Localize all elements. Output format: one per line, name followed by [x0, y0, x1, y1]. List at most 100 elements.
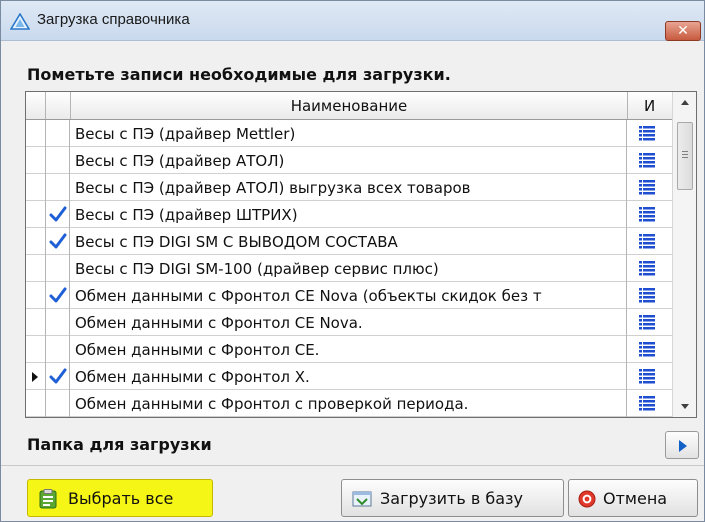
row-checkbox[interactable]	[46, 255, 70, 282]
row-icon-cell[interactable]	[628, 147, 672, 174]
row-indicator-cell[interactable]	[26, 282, 46, 309]
table-row[interactable]: Обмен данными с Фронтол с проверкой пери…	[26, 390, 672, 417]
scroll-up-icon[interactable]	[673, 92, 697, 114]
row-indicator-cell[interactable]	[26, 255, 46, 282]
list-icon	[639, 315, 655, 330]
row-name-text: Весы с ПЭ DIGI SM-100 (драйвер сервис пл…	[75, 260, 439, 278]
header-check-cell[interactable]	[46, 92, 71, 119]
row-icon-cell[interactable]	[628, 174, 672, 201]
table-row[interactable]: Весы с ПЭ (драйвер АТОЛ) выгрузка всех т…	[26, 174, 672, 201]
checkmark-icon	[49, 206, 67, 222]
checkmark-icon	[49, 368, 67, 384]
load-to-database-button[interactable]: Загрузить в базу	[341, 479, 564, 517]
row-icon-cell[interactable]	[628, 336, 672, 363]
table-row[interactable]: Весы с ПЭ (драйвер Mettler)	[26, 120, 672, 147]
prompt-label: Пометьте записи необходимые для загрузки…	[27, 65, 451, 84]
load-to-database-label: Загрузить в базу	[380, 489, 523, 508]
row-name-text: Обмен данными с Фронтол X.	[75, 368, 310, 386]
row-indicator-cell[interactable]	[26, 390, 46, 417]
row-name-text: Обмен данными с Фронтол с проверкой пери…	[75, 395, 469, 413]
vertical-scrollbar[interactable]	[672, 92, 696, 417]
header-indicator-cell	[26, 92, 46, 119]
row-name-cell[interactable]: Весы с ПЭ (драйвер ШТРИХ)	[71, 201, 627, 228]
records-grid[interactable]: Наименование И Весы с ПЭ (драйвер Mettle…	[25, 91, 697, 418]
title-bar[interactable]: Загрузка справочника ✕	[1, 1, 704, 41]
table-row[interactable]: Весы с ПЭ DIGI SM-100 (драйвер сервис пл…	[26, 255, 672, 282]
cancel-button[interactable]: Отмена	[568, 479, 698, 517]
row-indicator-cell[interactable]	[26, 174, 46, 201]
row-name-cell[interactable]: Весы с ПЭ DIGI SM С ВЫВОДОМ СОСТАВА	[71, 228, 627, 255]
row-name-cell[interactable]: Обмен данными с Фронтол CE Nova (объекты…	[71, 282, 627, 309]
row-name-cell[interactable]: Весы с ПЭ (драйвер АТОЛ) выгрузка всех т…	[71, 174, 627, 201]
close-button[interactable]: ✕	[665, 21, 701, 41]
list-icon	[639, 369, 655, 384]
row-checkbox[interactable]	[46, 363, 70, 390]
row-icon-cell[interactable]	[628, 363, 672, 390]
row-name-cell[interactable]: Обмен данными с Фронтол X.	[71, 363, 627, 390]
select-all-button[interactable]: Выбрать все	[27, 479, 213, 517]
row-name-text: Весы с ПЭ (драйвер АТОЛ) выгрузка всех т…	[75, 179, 471, 197]
row-icon-cell[interactable]	[628, 309, 672, 336]
row-icon-cell[interactable]	[628, 282, 672, 309]
folder-label: Папка для загрузки	[27, 435, 212, 454]
table-row[interactable]: Весы с ПЭ (драйвер АТОЛ)	[26, 147, 672, 174]
row-name-cell[interactable]: Весы с ПЭ DIGI SM-100 (драйвер сервис пл…	[71, 255, 627, 282]
row-indicator-cell[interactable]	[26, 336, 46, 363]
row-indicator-cell[interactable]	[26, 228, 46, 255]
header-name-cell[interactable]: Наименование	[71, 92, 628, 119]
row-checkbox[interactable]	[46, 282, 70, 309]
row-checkbox[interactable]	[46, 336, 70, 363]
list-icon	[639, 126, 655, 141]
row-checkbox[interactable]	[46, 390, 70, 417]
app-icon	[10, 13, 30, 30]
row-icon-cell[interactable]	[628, 255, 672, 282]
cancel-label: Отмена	[603, 489, 668, 508]
row-checkbox[interactable]	[46, 147, 70, 174]
row-checkbox[interactable]	[46, 309, 70, 336]
list-icon	[639, 288, 655, 303]
header-icon-cell[interactable]: И	[628, 92, 672, 119]
checkmark-icon	[49, 287, 67, 303]
row-name-text: Весы с ПЭ (драйвер АТОЛ)	[75, 152, 285, 170]
row-icon-cell[interactable]	[628, 228, 672, 255]
row-indicator-cell[interactable]	[26, 201, 46, 228]
row-indicator-cell[interactable]	[26, 147, 46, 174]
row-checkbox[interactable]	[46, 201, 70, 228]
clipboard-list-icon	[39, 489, 57, 509]
row-checkbox[interactable]	[46, 228, 70, 255]
row-name-cell[interactable]: Обмен данными с Фронтол CE.	[71, 336, 627, 363]
row-name-cell[interactable]: Весы с ПЭ (драйвер Mettler)	[71, 120, 627, 147]
row-name-cell[interactable]: Весы с ПЭ (драйвер АТОЛ)	[71, 147, 627, 174]
row-indicator-cell[interactable]	[26, 363, 46, 390]
table-row[interactable]: Весы с ПЭ DIGI SM С ВЫВОДОМ СОСТАВА	[26, 228, 672, 255]
arrow-right-icon	[679, 440, 687, 452]
row-name-cell[interactable]: Обмен данными с Фронтол с проверкой пери…	[71, 390, 627, 417]
table-row[interactable]: Обмен данными с Фронтол CE Nova.	[26, 309, 672, 336]
checkmark-icon	[49, 233, 67, 249]
current-row-arrow-icon	[32, 372, 38, 382]
cancel-icon	[578, 490, 596, 508]
table-row[interactable]: Обмен данными с Фронтол CE Nova (объекты…	[26, 282, 672, 309]
row-checkbox[interactable]	[46, 174, 70, 201]
close-icon: ✕	[677, 23, 689, 39]
header-name-label: Наименование	[290, 97, 408, 115]
row-name-text: Обмен данными с Фронтол CE.	[75, 341, 320, 359]
row-icon-cell[interactable]	[628, 390, 672, 417]
row-name-text: Весы с ПЭ (драйвер ШТРИХ)	[75, 206, 298, 224]
list-icon	[639, 261, 655, 276]
row-name-cell[interactable]: Обмен данными с Фронтол CE Nova.	[71, 309, 627, 336]
list-icon	[639, 234, 655, 249]
table-row[interactable]: Обмен данными с Фронтол CE.	[26, 336, 672, 363]
row-icon-cell[interactable]	[628, 120, 672, 147]
row-indicator-cell[interactable]	[26, 309, 46, 336]
row-name-text: Обмен данными с Фронтол CE Nova.	[75, 314, 363, 332]
scroll-down-icon[interactable]	[673, 395, 697, 417]
scroll-thumb[interactable]	[677, 122, 693, 190]
table-row[interactable]: Обмен данными с Фронтол X.	[26, 363, 672, 390]
row-checkbox[interactable]	[46, 120, 70, 147]
row-icon-cell[interactable]	[628, 201, 672, 228]
folder-expand-button[interactable]	[665, 431, 699, 459]
table-row[interactable]: Весы с ПЭ (драйвер ШТРИХ)	[26, 201, 672, 228]
row-indicator-cell[interactable]	[26, 120, 46, 147]
list-icon	[639, 180, 655, 195]
